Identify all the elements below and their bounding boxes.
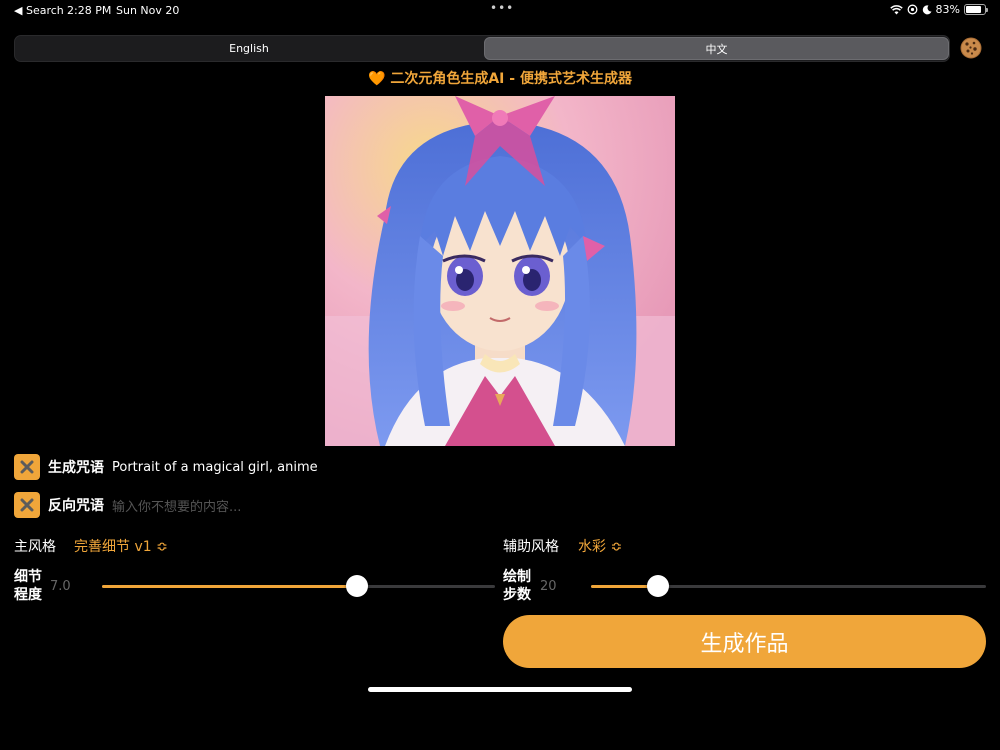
prompt-label: 生成咒语 — [48, 460, 104, 476]
secondary-style-picker[interactable]: 水彩 ≎ — [578, 536, 622, 556]
steps-slider[interactable] — [591, 575, 986, 597]
wifi-icon — [889, 4, 903, 14]
clear-prompt-button[interactable] — [14, 454, 40, 480]
status-date: Sun Nov 20 — [116, 4, 180, 17]
negative-prompt-input[interactable]: 输入你不想要的内容... — [112, 496, 241, 515]
main-style-picker[interactable]: 完善细节 v1 ≎ — [74, 536, 168, 556]
detail-label-line1: 细节 — [14, 569, 42, 585]
tab-english[interactable]: English — [16, 37, 482, 60]
back-to-search-link[interactable]: ◀ Search — [14, 4, 64, 17]
status-time: 2:28 PM — [67, 4, 112, 17]
steps-slider-value: 20 — [540, 579, 557, 594]
language-segmented-control: English 中文 — [14, 35, 950, 62]
home-indicator[interactable] — [368, 687, 632, 692]
moon-icon — [922, 4, 932, 14]
location-lock-icon — [907, 4, 917, 15]
steps-slider-thumb[interactable] — [647, 575, 670, 597]
prompt-input[interactable]: Portrait of a magical girl, anime — [112, 460, 318, 475]
battery-icon — [964, 4, 988, 15]
battery-percent: 83% — [935, 3, 960, 16]
negative-prompt-row: 反向咒语 输入你不想要的内容... — [14, 492, 241, 518]
detail-slider-value: 7.0 — [50, 579, 71, 594]
cookie-icon[interactable] — [960, 37, 982, 59]
steps-label-line1: 绘制 — [503, 569, 531, 585]
prompt-row: 生成咒语 Portrait of a magical girl, anime — [14, 454, 318, 480]
secondary-style-label: 辅助风格 — [503, 539, 559, 555]
status-right: 83% — [889, 3, 988, 16]
steps-slider-label: 绘制 步数 — [503, 568, 531, 604]
detail-slider-fill — [102, 585, 358, 588]
app-title: 🧡 二次元角色生成AI - 便携式艺术生成器 — [368, 71, 632, 87]
detail-label-line2: 程度 — [14, 587, 42, 603]
clear-negative-prompt-button[interactable] — [14, 492, 40, 518]
generate-button[interactable]: 生成作品 — [503, 615, 986, 668]
generated-artwork-image[interactable] — [325, 96, 675, 446]
multitasking-dots-icon[interactable]: ••• — [490, 1, 514, 15]
negative-prompt-label: 反向咒语 — [48, 498, 104, 514]
detail-slider-thumb[interactable] — [346, 575, 369, 597]
main-style-label: 主风格 — [14, 539, 56, 555]
close-icon — [20, 498, 34, 512]
detail-slider-label: 细节 程度 — [14, 568, 42, 604]
status-bar: ◀ Search 2:28 PM Sun Nov 20 ••• 83% — [0, 0, 1000, 22]
steps-label-line2: 步数 — [503, 587, 531, 603]
close-icon — [20, 460, 34, 474]
detail-slider[interactable] — [102, 575, 495, 597]
tab-chinese[interactable]: 中文 — [484, 37, 949, 60]
